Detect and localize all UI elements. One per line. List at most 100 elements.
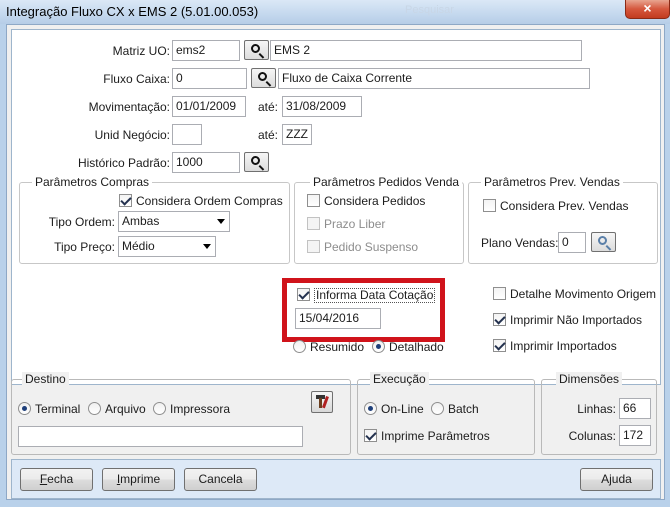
- destino-path-input[interactable]: [18, 426, 303, 447]
- matriz-uo-code-input[interactable]: ems2: [172, 40, 240, 61]
- historico-padrao-lookup-button[interactable]: [244, 152, 269, 172]
- ajuda-button[interactable]: Ajuda: [580, 468, 653, 491]
- parametros-pedidos-venda-group: Parâmetros Pedidos Venda Considera Pedid…: [294, 175, 464, 264]
- considera-ordem-compras-checkbox[interactable]: [119, 194, 132, 207]
- close-icon: ×: [643, 0, 652, 16]
- title-bar: Integração Fluxo CX x EMS 2 (5.01.00.053…: [0, 0, 670, 24]
- execucao-group: Execução On-Line Batch Imprime Parâmetro…: [357, 372, 535, 455]
- detalhe-movimento-origem-checkbox[interactable]: [493, 287, 506, 300]
- arquivo-radio[interactable]: [88, 402, 101, 415]
- tipo-preco-value: Médio: [122, 239, 155, 253]
- considera-ordem-compras-label: Considera Ordem Compras: [136, 194, 283, 208]
- parametros-prev-vendas-title: Parâmetros Prev. Vendas: [481, 175, 623, 189]
- detalhado-radio[interactable]: [372, 340, 385, 353]
- imprime-parametros-checkbox[interactable]: [364, 429, 377, 442]
- impressora-radio[interactable]: [153, 402, 166, 415]
- dimensoes-group: Dimensões Linhas: 66 Colunas: 172: [541, 372, 657, 455]
- printer-setup-button[interactable]: [311, 391, 333, 413]
- parametros-compras-group: Parâmetros Compras Considera Ordem Compr…: [19, 175, 290, 264]
- fecha-button[interactable]: Fecha: [20, 468, 93, 491]
- online-label: On-Line: [381, 402, 424, 416]
- considera-prev-vendas-label: Considera Prev. Vendas: [500, 199, 629, 213]
- fluxo-caixa-description: Fluxo de Caixa Corrente: [278, 68, 590, 89]
- parametros-compras-title: Parâmetros Compras: [32, 175, 153, 189]
- informa-data-cotacao-label: Informa Data Cotação: [314, 288, 436, 303]
- informa-data-cotacao-highlight: Informa Data Cotação 15/04/2016: [282, 278, 445, 342]
- imprime-button[interactable]: Imprime: [102, 468, 175, 491]
- parameters-panel: Matriz UO: ems2 EMS 2 Fluxo Caixa: 0 Flu…: [11, 29, 661, 385]
- background-window-title: Pesquisar: [405, 4, 454, 16]
- matriz-uo-description: EMS 2: [270, 40, 582, 61]
- cancela-button[interactable]: Cancela: [184, 468, 257, 491]
- data-cotacao-input[interactable]: 15/04/2016: [295, 308, 381, 329]
- resumido-radio[interactable]: [293, 340, 306, 353]
- unid-negocio-ate-label: até:: [258, 128, 279, 142]
- historico-padrao-input[interactable]: 1000: [172, 152, 240, 173]
- matriz-uo-lookup-button[interactable]: [244, 40, 269, 60]
- chevron-down-icon: [203, 244, 211, 249]
- imprimir-importados-checkbox[interactable]: [493, 339, 506, 352]
- search-icon: [251, 156, 260, 165]
- colunas-label: Colunas:: [568, 429, 616, 443]
- colunas-input[interactable]: 172: [619, 425, 651, 446]
- considera-prev-vendas-checkbox[interactable]: [483, 199, 496, 212]
- search-icon: [251, 44, 260, 53]
- destino-group: Destino Terminal Arquivo Impressora: [11, 372, 351, 455]
- tipo-ordem-value: Ambas: [122, 214, 160, 228]
- tipo-ordem-select[interactable]: Ambas: [118, 211, 230, 232]
- considera-pedidos-label: Considera Pedidos: [324, 194, 426, 208]
- movimentacao-from-input[interactable]: 01/01/2009: [172, 96, 246, 117]
- plano-vendas-label: Plano Vendas:: [481, 236, 559, 250]
- imprime-label: mprime: [120, 472, 161, 486]
- imprimir-nao-importados-label: Imprimir Não Importados: [510, 313, 643, 327]
- dimensoes-title: Dimensões: [556, 372, 623, 386]
- tipo-preco-select[interactable]: Médio: [118, 236, 216, 257]
- linhas-input[interactable]: 66: [619, 398, 651, 419]
- chevron-down-icon: [217, 219, 225, 224]
- fecha-label: echa: [47, 472, 74, 486]
- pedido-suspenso-label: Pedido Suspenso: [324, 240, 419, 254]
- parametros-pedidos-venda-title: Parâmetros Pedidos Venda: [310, 175, 463, 189]
- batch-radio[interactable]: [431, 402, 444, 415]
- unid-negocio-to-input[interactable]: ZZZ: [282, 124, 312, 145]
- fluxo-caixa-label: Fluxo Caixa:: [103, 72, 170, 86]
- arquivo-label: Arquivo: [105, 402, 146, 416]
- considera-pedidos-checkbox[interactable]: [307, 194, 320, 207]
- unid-negocio-from-input[interactable]: [172, 124, 202, 145]
- online-radio[interactable]: [364, 402, 377, 415]
- dialog-client-area: Matriz UO: ems2 EMS 2 Fluxo Caixa: 0 Flu…: [6, 24, 665, 500]
- detalhado-label: Detalhado: [389, 340, 444, 354]
- plano-vendas-input[interactable]: 0: [558, 232, 586, 253]
- imprimir-nao-importados-checkbox[interactable]: [493, 313, 506, 326]
- pedido-suspenso-checkbox[interactable]: [307, 240, 320, 253]
- destino-title: Destino: [22, 372, 69, 386]
- execucao-title: Execução: [370, 372, 429, 386]
- imprime-parametros-label: Imprime Parâmetros: [381, 429, 490, 443]
- linhas-label: Linhas:: [577, 402, 616, 416]
- resumido-label: Resumido: [310, 340, 365, 354]
- search-icon: [598, 236, 607, 245]
- prazo-liber-label: Prazo Liber: [324, 217, 386, 231]
- button-bar: Fecha Imprime Cancela Ajuda: [11, 459, 661, 499]
- tools-icon: [316, 395, 329, 409]
- matriz-uo-label: Matriz UO:: [112, 44, 170, 58]
- movimentacao-ate-label: até:: [258, 100, 279, 114]
- movimentacao-label: Movimentação:: [88, 100, 170, 114]
- historico-padrao-label: Histórico Padrão:: [77, 156, 170, 170]
- prazo-liber-checkbox[interactable]: [307, 217, 320, 230]
- fluxo-caixa-lookup-button[interactable]: [251, 68, 276, 88]
- fluxo-caixa-code-input[interactable]: 0: [172, 68, 247, 89]
- window-title: Integração Fluxo CX x EMS 2 (5.01.00.053…: [6, 4, 259, 19]
- movimentacao-to-input[interactable]: 31/08/2009: [282, 96, 362, 117]
- tipo-ordem-label: Tipo Ordem:: [48, 215, 115, 229]
- impressora-label: Impressora: [170, 402, 231, 416]
- search-icon: [258, 72, 267, 81]
- close-button[interactable]: ×: [625, 0, 670, 19]
- informa-data-cotacao-checkbox[interactable]: [297, 288, 310, 301]
- batch-label: Batch: [448, 402, 479, 416]
- tipo-preco-label: Tipo Preço:: [54, 240, 115, 254]
- unid-negocio-label: Unid Negócio:: [94, 128, 170, 142]
- parametros-prev-vendas-group: Parâmetros Prev. Vendas Considera Prev. …: [468, 175, 658, 264]
- plano-vendas-lookup-button[interactable]: [591, 232, 616, 252]
- terminal-radio[interactable]: [18, 402, 31, 415]
